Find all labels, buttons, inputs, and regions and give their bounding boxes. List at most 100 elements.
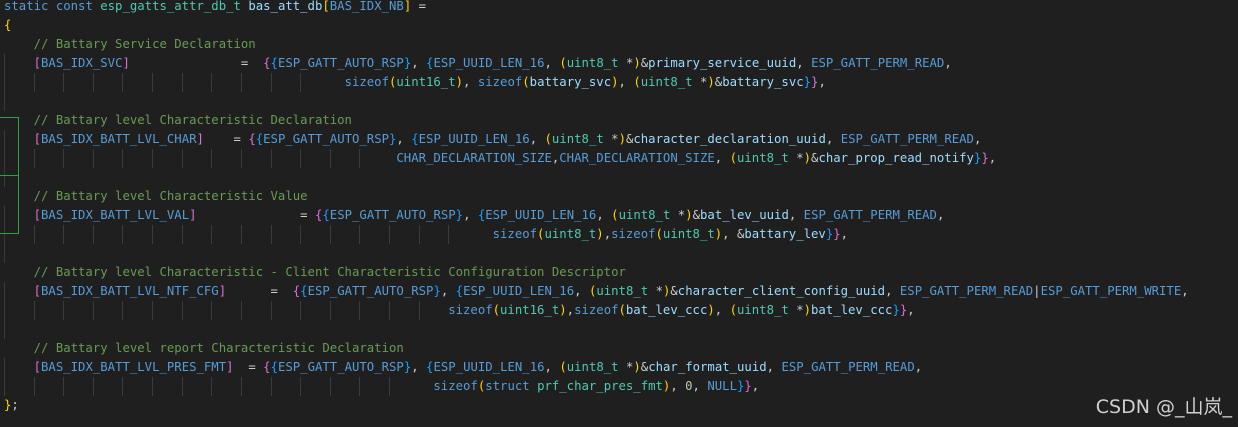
code-line: sizeof(struct prf_char_pres_fmt), 0, NUL…: [4, 377, 759, 396]
code-line: CHAR_DECLARATION_SIZE,CHAR_DECLARATION_S…: [4, 149, 996, 168]
code-token: ,: [411, 360, 427, 374]
code-token: ,: [988, 151, 997, 165]
code-token: battary_lev: [744, 227, 826, 241]
code-line: sizeof(uint16_t),sizeof(bat_lev_ccc), (u…: [4, 301, 914, 320]
code-line: {: [4, 16, 11, 35]
code-token: sizeof: [574, 303, 619, 317]
code-token: ,: [944, 56, 952, 70]
code-token: uint8_t: [551, 132, 604, 146]
code-token: ,: [411, 56, 427, 70]
code-token: {: [411, 132, 419, 146]
code-token: BAS_IDX_BATT_LVL_PRES_FMT: [41, 360, 227, 374]
code-token: ]: [218, 284, 227, 298]
watermark: CSDN @_山岚_: [1095, 396, 1232, 418]
code-token: {: [263, 56, 271, 70]
code-line: sizeof(uint16_t), sizeof(battary_svc), (…: [4, 73, 826, 92]
code-token: ,: [463, 75, 478, 89]
code-token: ESP_UUID_LEN_16: [418, 132, 530, 146]
code-token: sizeof: [433, 379, 478, 393]
code-line: [BAS_IDX_SVC] = {{ESP_GATT_AUTO_RSP}, {E…: [4, 54, 952, 73]
code-token: (: [522, 75, 530, 89]
code-token: ,: [603, 227, 612, 241]
code-token: }: [833, 227, 841, 241]
code-token: }: [433, 284, 441, 298]
code-token: // Battary level Characteristic Declarat…: [4, 113, 352, 127]
code-token: ): [707, 75, 715, 89]
code-editor[interactable]: static const esp_gatts_attr_db_t bas_att…: [0, 0, 1238, 427]
code-token: *: [648, 284, 663, 298]
code-token: ): [803, 151, 812, 165]
code-token: character_client_config_uuid: [677, 284, 886, 298]
code-token: }: [803, 75, 812, 89]
code-token: ESP_GATT_PERM_READ: [840, 132, 974, 146]
code-token: CHAR_DECLARATION_SIZE: [559, 151, 715, 165]
code-token: bat_lev_ccc: [625, 303, 708, 317]
code-token: ,: [825, 132, 841, 146]
code-token: sizeof: [344, 75, 389, 89]
code-token: *: [618, 56, 634, 70]
code-token: uint16_t: [396, 75, 456, 89]
code-token: uint8_t: [618, 208, 671, 222]
code-token: ESP_GATT_AUTO_RSP: [277, 56, 404, 70]
code-token: (: [655, 227, 663, 241]
code-line: // Battary level Characteristic Value: [4, 187, 308, 206]
code-token: {: [248, 132, 256, 146]
code-token: ,: [544, 56, 560, 70]
code-token: sizeof: [448, 303, 493, 317]
code-token: (: [611, 208, 619, 222]
code-token: [: [33, 208, 42, 222]
code-token: *: [788, 303, 804, 317]
code-token: ESP_UUID_LEN_16: [485, 208, 597, 222]
code-token: uint8_t: [544, 227, 597, 241]
code-token: character_declaration_uuid: [633, 132, 826, 146]
code-token: ESP_GATT_PERM_READ: [899, 284, 1034, 298]
code-token: ,: [914, 360, 923, 374]
code-token: ,: [936, 208, 945, 222]
code-token: uint8_t: [736, 151, 789, 165]
code-token: ,: [796, 56, 812, 70]
code-token: &: [692, 208, 701, 222]
code-token: battary_svc: [529, 75, 612, 89]
code-token: {: [263, 360, 271, 374]
code-token: [: [33, 360, 42, 374]
code-token: ): [611, 75, 619, 89]
code-token: =: [196, 208, 315, 222]
code-token: ,: [463, 208, 478, 222]
code-token: =: [233, 360, 264, 374]
code-token: (: [633, 75, 641, 89]
code-token: ): [618, 132, 626, 146]
indent-guide: [4, 92, 5, 111]
code-line: [BAS_IDX_BATT_LVL_PRES_FMT] = {{ESP_GATT…: [4, 358, 923, 377]
code-token: {: [300, 284, 308, 298]
code-token: ESP_GATT_AUTO_RSP: [277, 360, 404, 374]
code-token: bas_att_db: [248, 0, 323, 13]
code-token: // Battary level report Characteristic D…: [4, 341, 404, 355]
code-token: =: [411, 0, 427, 13]
code-token: ESP_GATT_PERM_WRITE: [1040, 284, 1182, 298]
code-token: prf_char_pres_fmt: [537, 379, 663, 393]
code-token: bat_lev_uuid: [700, 208, 789, 222]
code-token: {: [270, 360, 278, 374]
code-token: ESP_GATT_PERM_READ: [811, 56, 945, 70]
code-token: ): [633, 360, 641, 374]
code-token: ): [707, 303, 715, 317]
code-token: ESP_UUID_LEN_16: [433, 56, 545, 70]
code-token: ]: [196, 132, 204, 146]
code-token: ESP_GATT_AUTO_RSP: [329, 208, 456, 222]
code-token: uint16_t: [500, 303, 560, 317]
code-token: sizeof: [492, 227, 538, 241]
code-token: {: [455, 284, 464, 298]
code-token: ESP_GATT_AUTO_RSP: [307, 284, 434, 298]
code-token: ): [559, 303, 567, 317]
indent-guide: [4, 244, 5, 263]
code-token: ,: [751, 379, 760, 393]
code-token: uint8_t: [736, 303, 789, 317]
code-line: };: [4, 396, 19, 415]
